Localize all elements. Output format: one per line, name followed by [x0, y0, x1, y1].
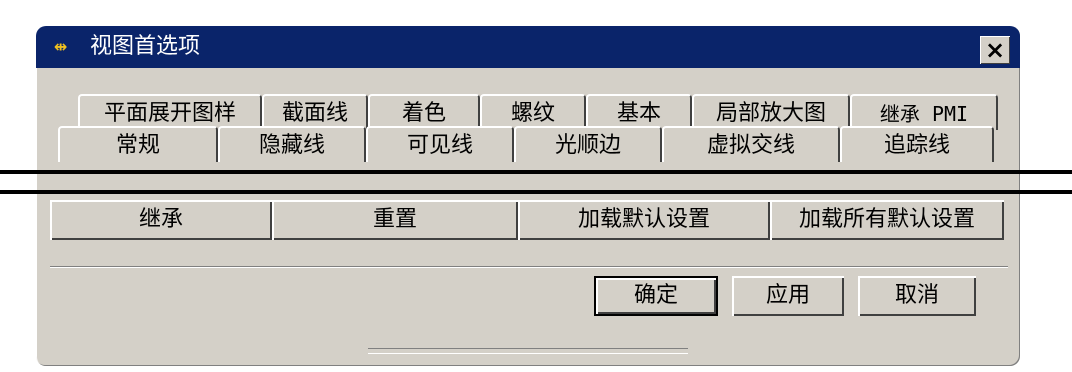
tab-thread[interactable]: 螺纹: [480, 94, 586, 130]
cancel-button[interactable]: 取消: [858, 276, 976, 316]
load-all-default-settings-button[interactable]: 加载所有默认设置: [770, 200, 1004, 240]
tab-flat-pattern[interactable]: 平面展开图样: [78, 94, 262, 130]
tab-detail-view[interactable]: 局部放大图: [692, 94, 850, 130]
tab-trace-line[interactable]: 追踪线: [840, 126, 994, 162]
reset-button[interactable]: 重置: [272, 200, 518, 240]
tab-inherit-pmi[interactable]: 继承 PMI: [850, 94, 998, 130]
resize-grip[interactable]: [368, 348, 688, 354]
tab-basic[interactable]: 基本: [586, 94, 692, 130]
app-icon: ⇹: [54, 37, 68, 56]
view-preferences-dialog: ⇹ 视图首选项 × 平面展开图样 截面线 着色 螺纹 基本 局部放大图 继承 P…: [36, 26, 1020, 366]
load-default-settings-button[interactable]: 加载默认设置: [518, 200, 770, 240]
tab-general[interactable]: 常规: [58, 126, 218, 162]
window-title: 视图首选项: [90, 34, 201, 59]
tab-smooth-edge[interactable]: 光顺边: [514, 126, 662, 162]
tab-shading[interactable]: 着色: [368, 94, 480, 130]
close-button[interactable]: ×: [980, 36, 1010, 64]
apply-button[interactable]: 应用: [732, 276, 844, 316]
ok-button[interactable]: 确定: [594, 276, 718, 316]
tab-virtual-intersection[interactable]: 虚拟交线: [662, 126, 840, 162]
tab-visible-line[interactable]: 可见线: [366, 126, 514, 162]
tab-hidden-line[interactable]: 隐藏线: [218, 126, 366, 162]
separator: [50, 266, 1008, 268]
title-bar[interactable]: ⇹ 视图首选项 ×: [36, 26, 1020, 68]
cut-line-top: [0, 170, 1072, 174]
cut-line-bottom: [0, 190, 1072, 194]
inherit-button[interactable]: 继承: [50, 200, 272, 240]
tab-section-line[interactable]: 截面线: [262, 94, 368, 130]
